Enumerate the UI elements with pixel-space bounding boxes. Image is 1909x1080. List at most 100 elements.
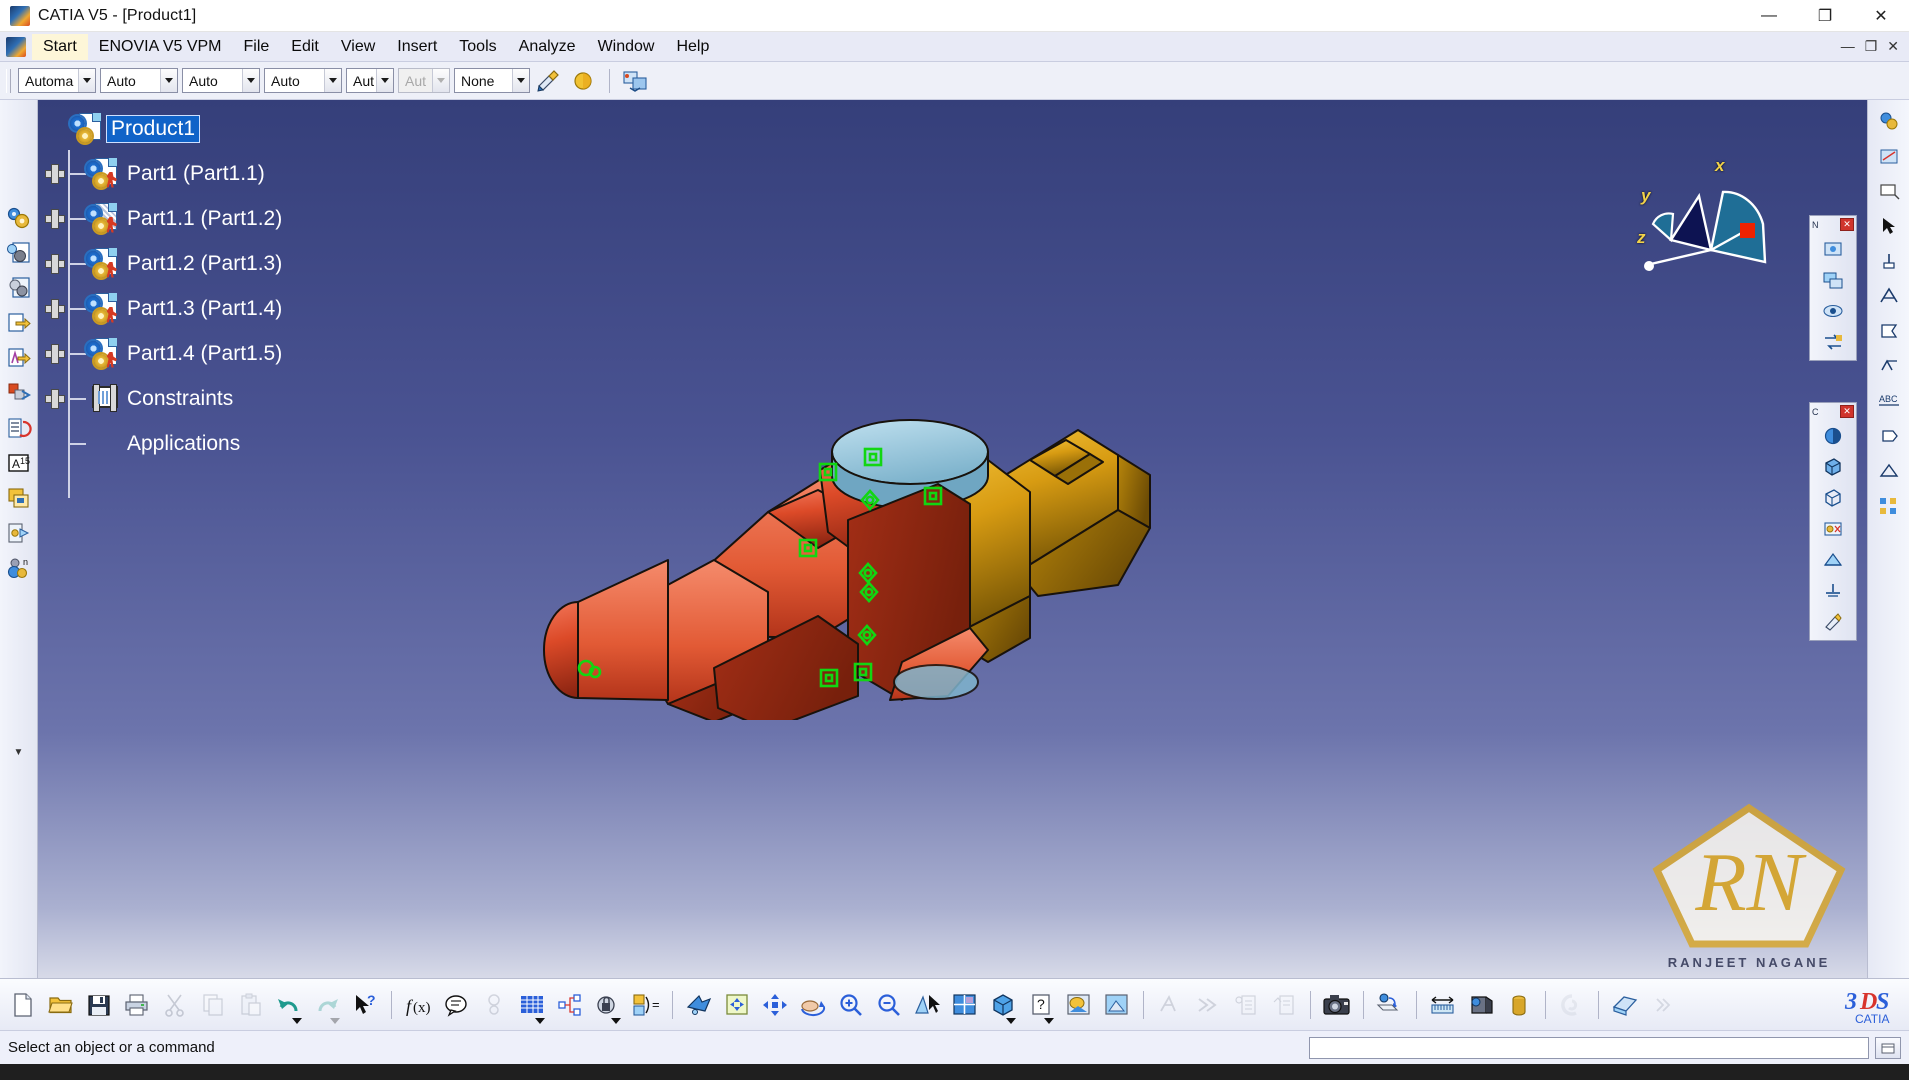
- product-structure-icon[interactable]: [5, 205, 33, 231]
- abc-text-icon[interactable]: ABC: [1875, 388, 1903, 414]
- undo-icon[interactable]: [270, 983, 308, 1027]
- volume-muted-icon[interactable]: [1743, 1064, 1777, 1080]
- ground-icon[interactable]: [1819, 578, 1847, 604]
- insert-existing-component-icon[interactable]: [5, 345, 33, 371]
- dropdown-caret-icon[interactable]: [611, 1017, 621, 1024]
- expand-node-icon[interactable]: [42, 161, 68, 187]
- quick-view-icon[interactable]: [1819, 236, 1847, 262]
- expand-node-icon[interactable]: [42, 251, 68, 277]
- dropdown-caret-icon[interactable]: [535, 1017, 545, 1024]
- menu-item-view[interactable]: View: [330, 34, 386, 60]
- capture-icon[interactable]: [1875, 493, 1903, 519]
- tree-node-label[interactable]: Part1 (Part1.1): [123, 161, 269, 187]
- manage-representations-icon[interactable]: [5, 520, 33, 546]
- menu-item-analyze[interactable]: Analyze: [508, 34, 587, 60]
- text-annotation-icon[interactable]: [1875, 283, 1903, 309]
- graphic-properties-toolbar-titlebar[interactable]: C ✕: [1810, 403, 1856, 420]
- mdi-minimize-button[interactable]: —: [1841, 38, 1855, 55]
- parameter-tree-icon[interactable]: [551, 983, 589, 1027]
- named-views-icon[interactable]: [1819, 267, 1847, 293]
- pan-icon[interactable]: [756, 983, 794, 1027]
- menu-item-enovia-v5-vpm[interactable]: ENOVIA V5 VPM: [88, 34, 233, 60]
- dmu-navigator-icon[interactable]: [621, 67, 651, 95]
- close-button[interactable]: ✕: [1853, 0, 1909, 32]
- comment-icon[interactable]: [437, 983, 475, 1027]
- level-mode-dropdown[interactable]: Auto: [264, 68, 342, 93]
- chevron-down-icon[interactable]: [432, 69, 449, 92]
- expand-node-icon[interactable]: [42, 296, 68, 322]
- insert-component-icon[interactable]: [5, 310, 33, 336]
- render-style2-icon[interactable]: [1098, 983, 1136, 1027]
- chevron-down-icon[interactable]: [512, 69, 529, 92]
- open-file-icon[interactable]: [42, 983, 80, 1027]
- menu-item-help[interactable]: Help: [665, 34, 720, 60]
- action-center-icon[interactable]: [1865, 1064, 1899, 1080]
- shading-with-edges-icon[interactable]: [1819, 454, 1847, 480]
- tree-node-part1-2-part1-3-[interactable]: Part1.2 (Part1.3): [42, 241, 286, 286]
- cortana-icon[interactable]: [96, 1064, 142, 1080]
- mdi-close-button[interactable]: ✕: [1887, 38, 1899, 55]
- tree-root-label[interactable]: Product1: [105, 114, 201, 143]
- equivalent-icon[interactable]: =: [627, 983, 665, 1027]
- 3d-compass[interactable]: x y z: [1627, 156, 1787, 287]
- tree-node-constraints[interactable]: Constraints: [42, 376, 286, 421]
- reorder-tree-icon[interactable]: [5, 415, 33, 441]
- dropdown-caret-icon[interactable]: [330, 1017, 340, 1024]
- menu-item-insert[interactable]: Insert: [386, 34, 448, 60]
- new-file-icon[interactable]: [4, 983, 42, 1027]
- zoom-out-icon[interactable]: [870, 983, 908, 1027]
- sectioning-icon[interactable]: [1606, 983, 1644, 1027]
- balloon-icon[interactable]: [1875, 423, 1903, 449]
- 3d-viewport[interactable]: Product1 Part1 (Part1.1) Part1.1 (Part1.2…: [38, 100, 1909, 978]
- roughness-icon[interactable]: [1875, 353, 1903, 379]
- save-icon[interactable]: [80, 983, 118, 1027]
- snap-mode-dropdown[interactable]: Auto: [100, 68, 178, 93]
- new-product-icon[interactable]: [5, 275, 33, 301]
- tree-node-part1-part1-1-[interactable]: Part1 (Part1.1): [42, 151, 286, 196]
- tree-node-part1-3-part1-4-[interactable]: Part1.3 (Part1.4): [42, 286, 286, 331]
- chevron-down-icon[interactable]: [160, 69, 177, 92]
- screen-recorder-icon[interactable]: [372, 1064, 418, 1080]
- shading-icon[interactable]: [1819, 423, 1847, 449]
- filter-mode-dropdown[interactable]: Auto: [182, 68, 260, 93]
- selection-arrow-icon[interactable]: [1875, 213, 1903, 239]
- search-icon[interactable]: [50, 1064, 96, 1080]
- menu-item-start[interactable]: Start: [32, 33, 88, 60]
- painter-icon[interactable]: [1819, 609, 1847, 635]
- tolerance-analysis-icon[interactable]: [1875, 143, 1903, 169]
- toolbar-overflow-icon[interactable]: ▼: [14, 747, 24, 758]
- expand-node-icon[interactable]: [42, 386, 68, 412]
- expand-node-icon[interactable]: [42, 341, 68, 367]
- multi-instantiation-icon[interactable]: n: [5, 555, 33, 581]
- annotation-icon[interactable]: [1875, 178, 1903, 204]
- resize-grip[interactable]: [1875, 1036, 1901, 1059]
- tree-node-applications[interactable]: Applications: [42, 421, 286, 466]
- render-style-icon[interactable]: [1060, 983, 1098, 1027]
- mdi-restore-button[interactable]: ❐: [1865, 38, 1878, 55]
- tree-node-part1-4-part1-5-[interactable]: Part1.4 (Part1.5): [42, 331, 286, 376]
- customize-view-icon[interactable]: [1819, 516, 1847, 542]
- task-view-icon[interactable]: [142, 1064, 188, 1080]
- menu-item-window[interactable]: Window: [587, 34, 666, 60]
- workbench-icon[interactable]: [1875, 108, 1903, 134]
- tree-root-node[interactable]: Product1: [42, 106, 286, 151]
- file-explorer-icon[interactable]: [188, 1064, 234, 1080]
- aut-mode-1-dropdown[interactable]: Aut: [346, 68, 394, 93]
- lock-icon[interactable]: [589, 983, 627, 1027]
- close-icon[interactable]: ✕: [1840, 405, 1854, 418]
- chevron-down-icon[interactable]: [324, 69, 341, 92]
- microsoft-store-icon[interactable]: [234, 1064, 280, 1080]
- highlight-color-icon[interactable]: [568, 67, 598, 95]
- battery-icon[interactable]: [1667, 1064, 1701, 1080]
- scene-icon[interactable]: [1371, 983, 1409, 1027]
- minimize-button[interactable]: —: [1741, 0, 1797, 32]
- weld-icon[interactable]: [1875, 458, 1903, 484]
- valve-body-assembly[interactable]: [518, 400, 1218, 731]
- new-part-icon[interactable]: [5, 240, 33, 266]
- none-mode-dropdown[interactable]: None: [454, 68, 530, 93]
- tree-node-label[interactable]: Part1.4 (Part1.5): [123, 341, 286, 367]
- hide-show-icon[interactable]: [1819, 298, 1847, 324]
- expand-node-icon[interactable]: [42, 206, 68, 232]
- measure-inertia-icon[interactable]: [1500, 983, 1538, 1027]
- swap-visible-space-icon[interactable]: [1819, 329, 1847, 355]
